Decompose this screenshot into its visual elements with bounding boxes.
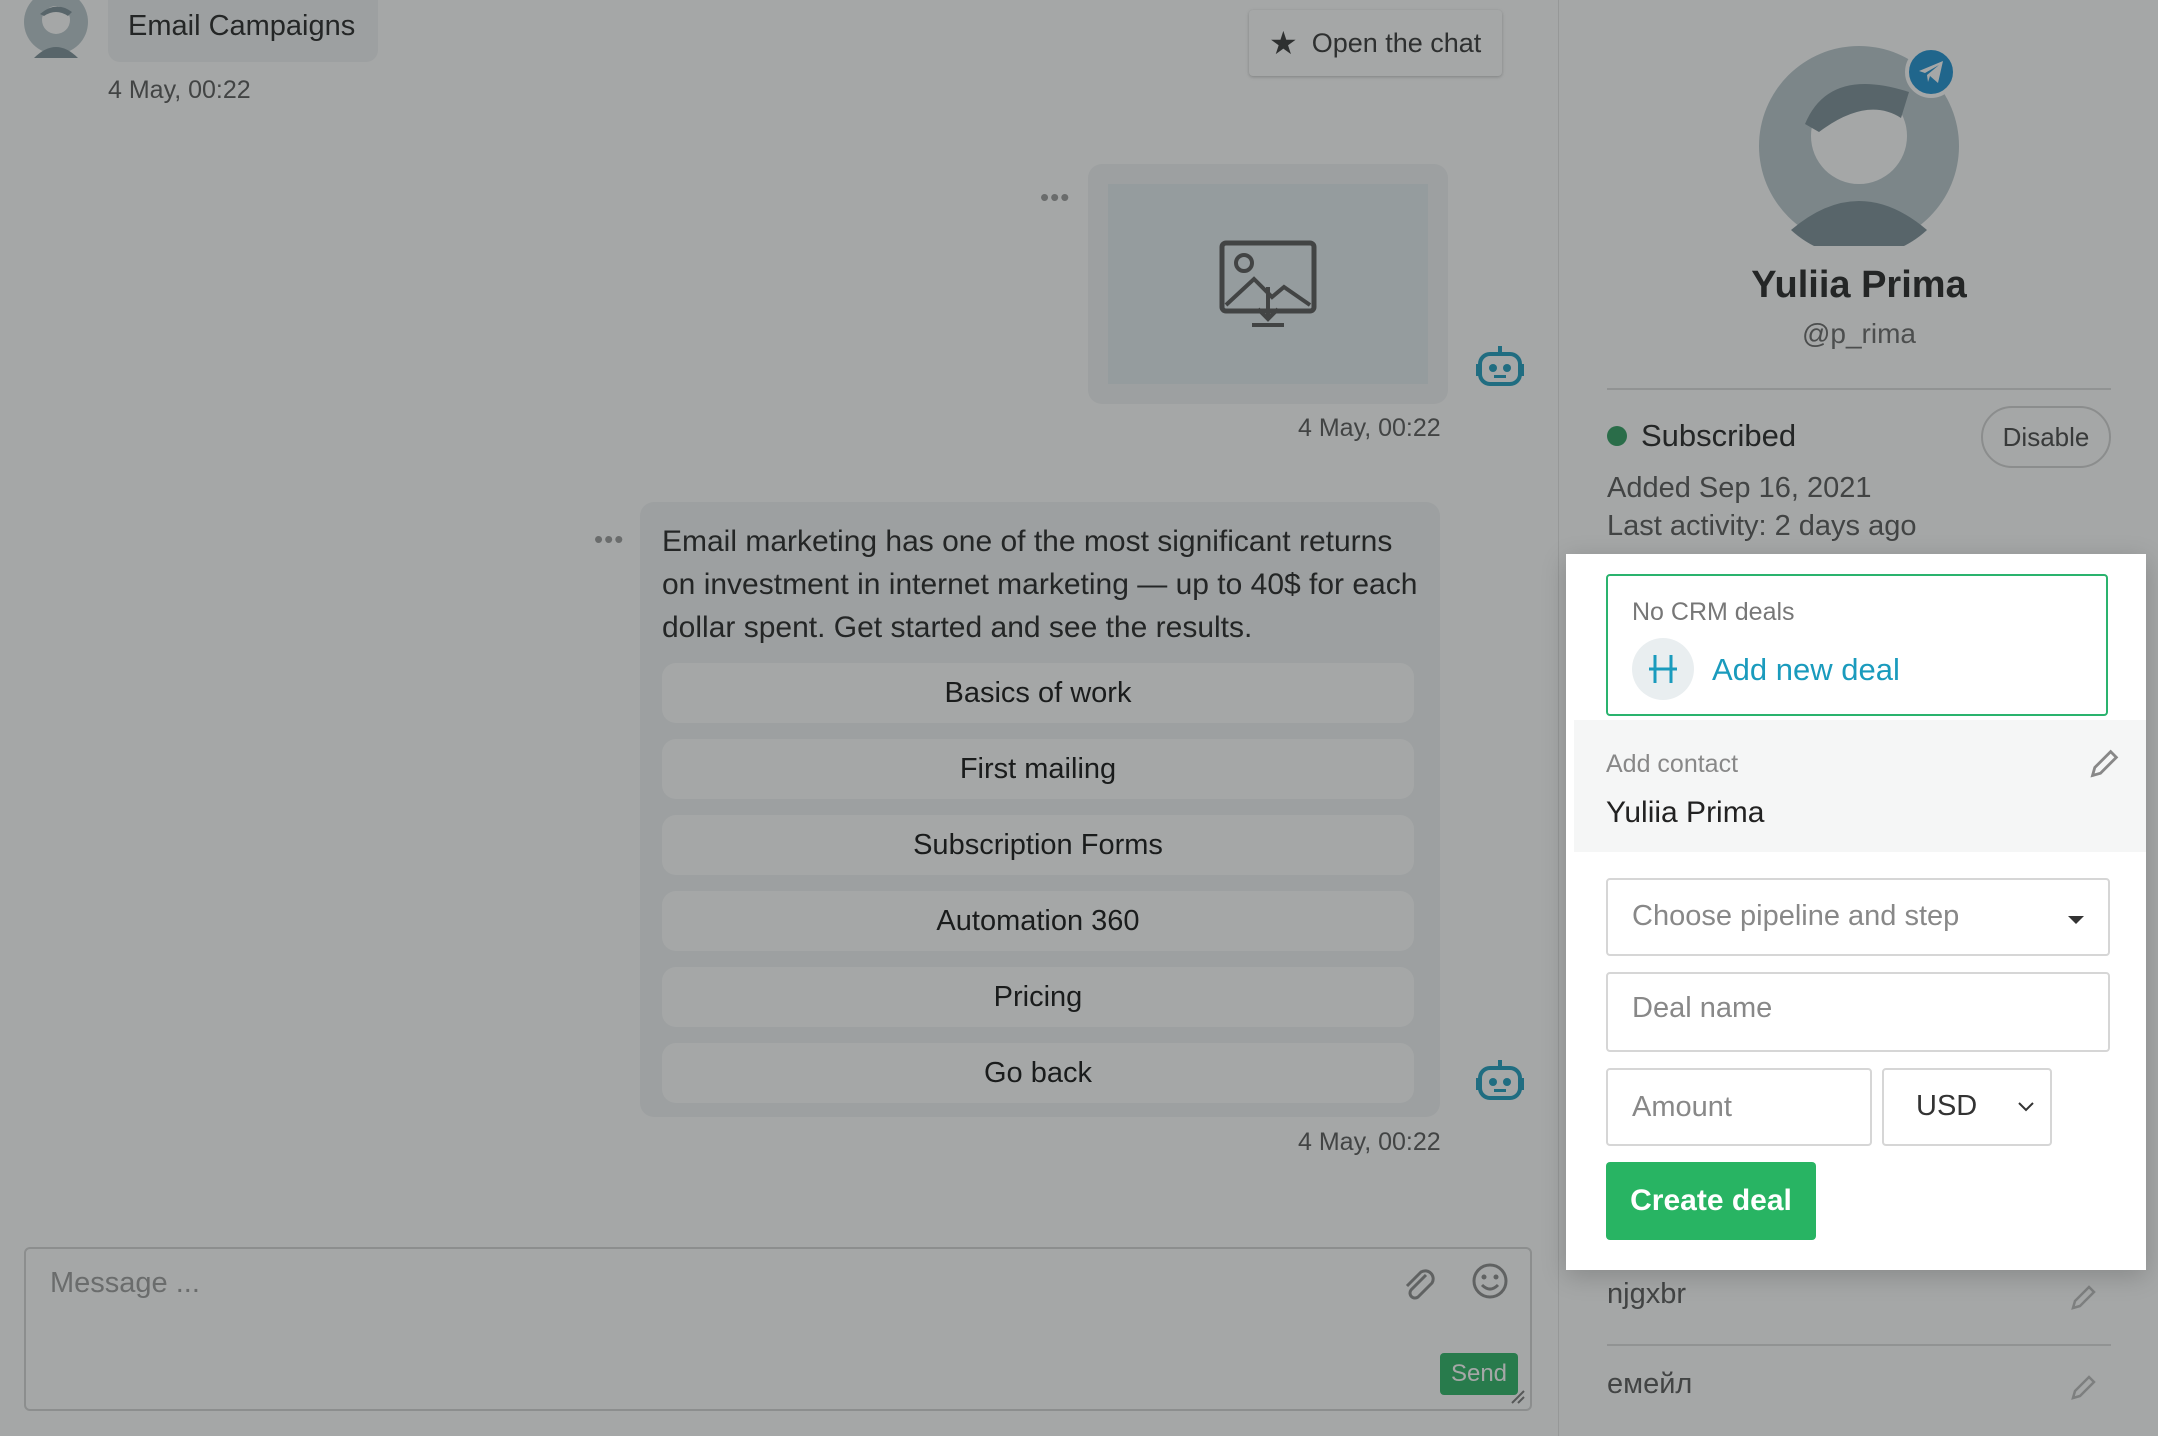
currency-select[interactable]: USD [1882,1068,2052,1146]
currency-value: USD [1916,1090,1978,1122]
add-new-deal-link[interactable]: Add new deal [1712,652,1900,688]
amount-input[interactable] [1606,1068,1872,1146]
create-deal-button[interactable]: Create deal [1606,1162,1816,1240]
pipeline-select-placeholder: Choose pipeline and step [1632,900,1960,932]
contact-section: Add contact Yuliia Prima [1574,720,2146,852]
deal-name-input[interactable] [1606,972,2110,1052]
pipeline-select[interactable]: Choose pipeline and step [1606,878,2110,956]
deal-contact-name: Yuliia Prima [1606,796,1765,829]
crm-deal-panel: No CRM deals Add new deal Add contact Yu… [1566,554,2146,1270]
add-contact-label: Add contact [1606,750,1739,778]
caret-down-icon [2068,916,2084,924]
chevron-down-icon [2018,1102,2034,1112]
pencil-icon[interactable] [2088,746,2122,780]
plus-icon[interactable] [1632,638,1694,700]
no-deals-label: No CRM deals [1632,598,1795,626]
crm-deals-box: No CRM deals Add new deal [1606,574,2108,716]
